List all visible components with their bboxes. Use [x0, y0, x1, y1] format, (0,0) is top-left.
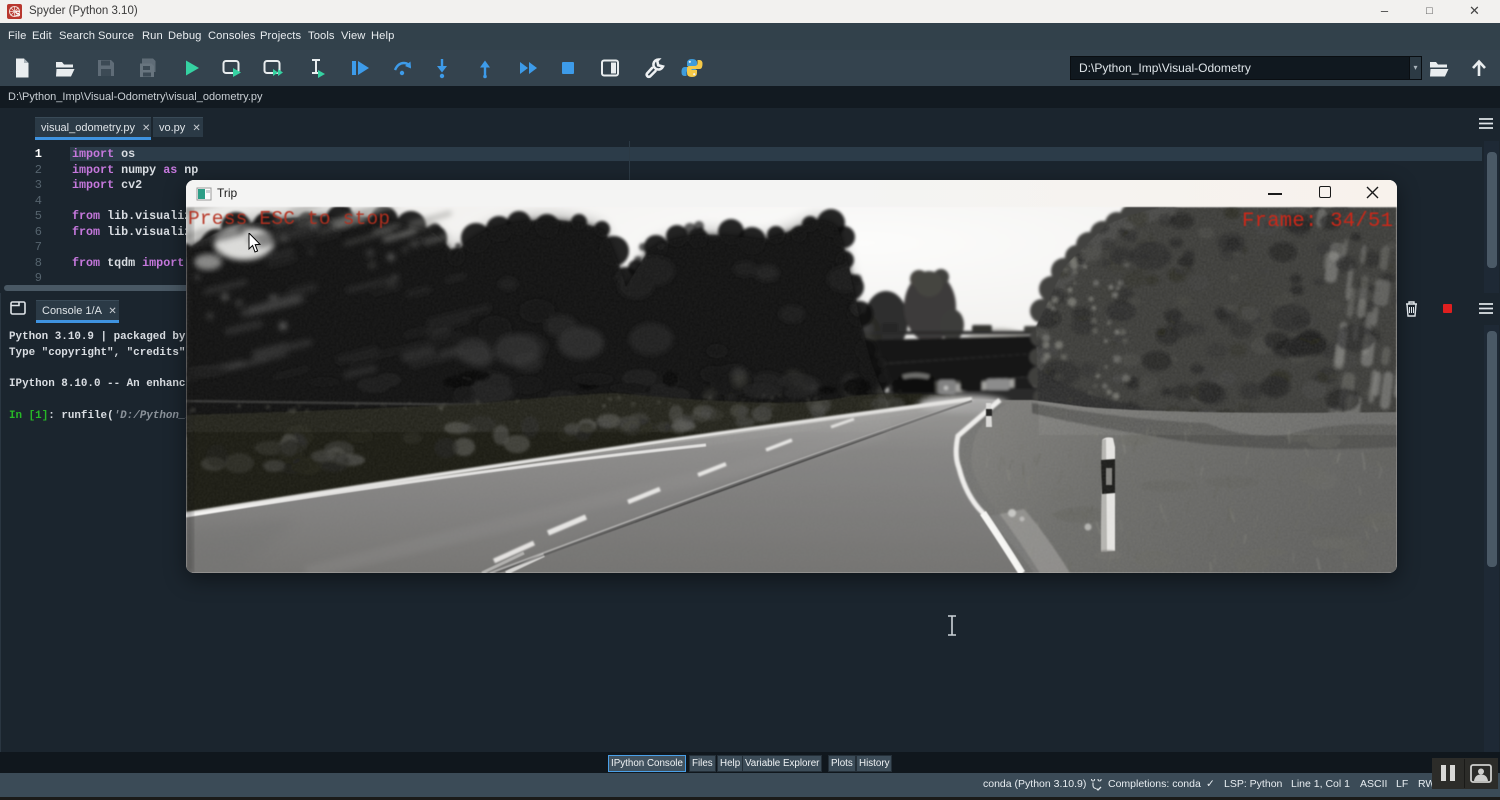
- svg-text:Frame: 34/51: Frame: 34/51: [1242, 210, 1393, 233]
- svg-text:S: S: [15, 10, 21, 19]
- svg-text:Press ESC to stop: Press ESC to stop: [188, 208, 390, 230]
